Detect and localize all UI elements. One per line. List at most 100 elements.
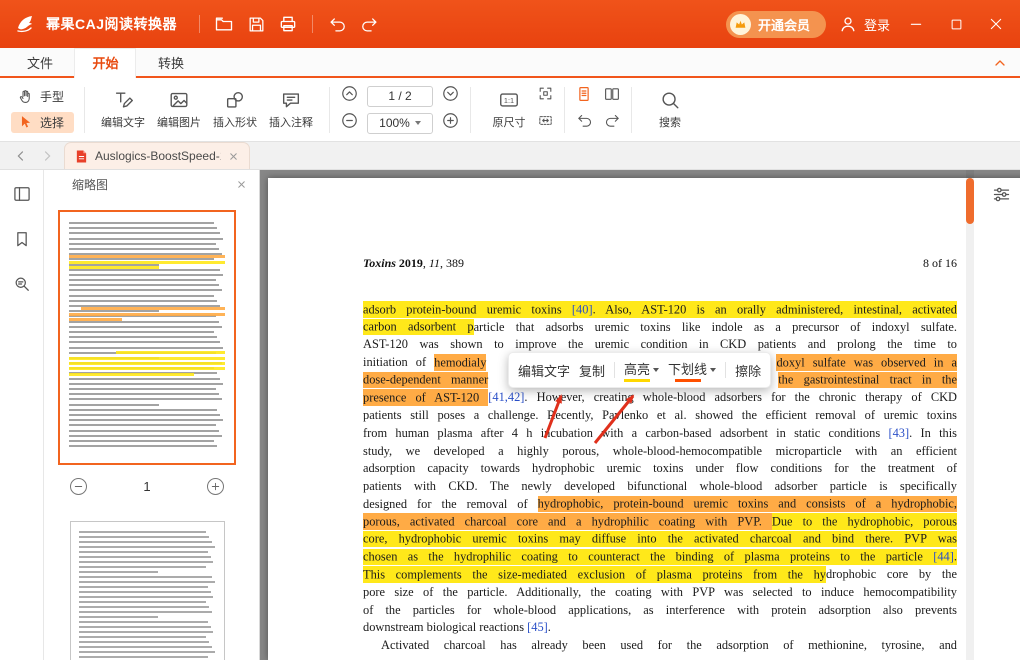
doc-line[interactable]: downstream biological reactions [45]. <box>363 619 957 637</box>
maximize-icon <box>951 19 961 29</box>
next-page-button[interactable] <box>441 84 460 108</box>
zoom-out-button[interactable] <box>340 111 359 135</box>
doc-line[interactable]: chosen as the hydrophilic coating to cou… <box>363 548 957 567</box>
thumbnail-zoom-in[interactable] <box>206 478 224 495</box>
ribbon-divider <box>84 86 86 133</box>
tab-file[interactable]: 文件 <box>10 49 70 79</box>
insert-shape-button[interactable]: 插入形状 <box>207 89 263 130</box>
prev-page-button[interactable] <box>340 84 359 108</box>
doc-line[interactable]: from human plasma after 4 h incubation w… <box>363 425 957 443</box>
ribbon-divider <box>631 86 633 133</box>
ctx-copy-button[interactable]: 复制 <box>579 361 605 380</box>
document-page[interactable]: Toxins 2019, 11, 389 8 of 16 adsorb prot… <box>268 178 1020 660</box>
panel-close-button[interactable] <box>236 179 247 190</box>
edit-image-label: 编辑图片 <box>157 117 202 129</box>
doc-line[interactable]: adsorb protein-bound uremic toxins [40].… <box>363 301 957 319</box>
document-tab[interactable]: Auslogics-BoostSpeed-13 <box>64 142 250 169</box>
search-icon <box>15 277 29 291</box>
bookmarks-button[interactable] <box>12 229 32 254</box>
ribbon-group-layout <box>568 84 628 135</box>
print-icon <box>280 16 296 32</box>
page-search-button[interactable] <box>12 274 32 299</box>
ribbon-undo-button[interactable] <box>576 112 593 134</box>
membership-button[interactable]: 开通会员 <box>725 10 826 38</box>
original-size-button[interactable]: 1:1 原尺寸 <box>481 89 537 130</box>
print-button[interactable] <box>274 10 302 38</box>
fit-width-button[interactable] <box>537 112 554 134</box>
insert-note-button[interactable]: 插入注释 <box>263 89 319 130</box>
tab-close-button[interactable] <box>228 151 239 162</box>
ribbon-collapse-button[interactable] <box>992 55 1008 76</box>
doc-line[interactable]: of the particles for whole-blood applica… <box>363 602 957 620</box>
doc-line[interactable]: Activated charcoal has already been used… <box>363 637 957 655</box>
open-file-button[interactable] <box>210 10 238 38</box>
ctx-edit-text-button[interactable]: 编辑文字 <box>518 361 570 380</box>
scrollbar-thumb[interactable] <box>966 178 974 224</box>
tab-prev-button[interactable] <box>8 143 34 169</box>
ctx-erase-button[interactable]: 擦除 <box>735 361 761 380</box>
save-button[interactable] <box>242 10 270 38</box>
doc-line[interactable]: This complements the size-mediated exclu… <box>363 566 957 584</box>
original-size-label: 原尺寸 <box>492 117 526 129</box>
login-button[interactable]: 登录 <box>838 14 890 34</box>
hand-tool-button[interactable]: 手型 <box>11 86 74 107</box>
doc-line[interactable]: carbon adsorbent particle that adsorbs u… <box>363 318 957 337</box>
fit-page-icon <box>539 87 552 100</box>
doc-line[interactable]: porous, activated charcoal core and a hy… <box>363 513 957 531</box>
scrollbar[interactable] <box>966 170 974 660</box>
fit-width-icon <box>539 116 552 125</box>
doc-line[interactable]: adsorption capacity towards hydrophobic … <box>363 460 957 478</box>
plus-icon <box>211 482 220 491</box>
maximize-button[interactable] <box>942 10 970 38</box>
tab-convert[interactable]: 转换 <box>141 49 201 79</box>
shape-icon <box>226 91 244 108</box>
chevron-down-circle-icon <box>443 86 458 101</box>
doc-line[interactable]: pore size of the particle. Additionally,… <box>363 584 957 602</box>
context-toolbar-divider <box>725 362 727 378</box>
caret-down-icon[interactable] <box>653 368 660 372</box>
undo-button[interactable] <box>323 10 351 38</box>
redo-button[interactable] <box>355 10 383 38</box>
zoom-select[interactable]: 100% <box>367 112 434 134</box>
ribbon: 手型 选择 编辑文字 编辑图片 插入形状 插入注释 1 / 2 100% 1:1… <box>0 78 1020 142</box>
tab-next-button[interactable] <box>34 143 60 169</box>
search-button[interactable]: 搜索 <box>642 89 698 130</box>
select-tool-button[interactable]: 选择 <box>11 112 75 133</box>
context-toolbar-divider <box>614 362 616 378</box>
thumbnails-panel-button[interactable] <box>12 184 32 209</box>
journal-citation: Toxins 2019, 11, 389 <box>363 256 465 270</box>
minimize-button[interactable] <box>902 10 930 38</box>
doc-line[interactable]: presence of AST-120 [41,42]. However, cr… <box>363 389 957 407</box>
hand-icon <box>19 90 30 103</box>
panel-title: 缩略图 <box>72 177 109 192</box>
app-logo-icon <box>12 10 40 38</box>
doc-line[interactable]: core, hydrophobic uremic toxins may diff… <box>363 530 957 549</box>
doc-line[interactable]: designed for the removal of hydrophobic,… <box>363 495 957 514</box>
edit-text-label: 编辑文字 <box>101 117 146 129</box>
single-page-button[interactable] <box>575 85 593 108</box>
page-thumbnail-2[interactable] <box>70 521 225 660</box>
doc-line[interactable]: patients with CKD. The newly developed b… <box>363 478 957 496</box>
page-thumbnail-1[interactable] <box>58 210 236 465</box>
caret-down-icon[interactable] <box>710 368 717 372</box>
ctx-highlight-button[interactable]: 高亮 <box>624 359 660 382</box>
doc-line[interactable]: study, we developed a highly porous, who… <box>363 443 957 461</box>
two-page-button[interactable] <box>603 85 621 108</box>
thumbnail-zoom-out[interactable] <box>70 478 87 495</box>
edit-text-button[interactable]: 编辑文字 <box>95 89 151 130</box>
tab-home[interactable]: 开始 <box>74 48 137 78</box>
caret-down-icon <box>414 121 421 125</box>
doc-line[interactable]: patients still poses a challenge. Recent… <box>363 407 957 425</box>
minus-circle-icon <box>342 113 357 128</box>
ribbon-redo-button[interactable] <box>604 112 621 134</box>
underline-color-bar <box>674 378 701 382</box>
view-settings-button[interactable] <box>991 184 1012 210</box>
thumbnail-panel: 缩略图 1 <box>44 170 260 660</box>
fit-page-button[interactable] <box>537 85 554 107</box>
page-indicator[interactable]: 1 / 2 <box>367 85 434 107</box>
ctx-underline-button[interactable]: 下划线 <box>668 359 717 382</box>
ctx-underline-label: 下划线 <box>668 361 708 377</box>
zoom-in-button[interactable] <box>441 111 460 135</box>
edit-image-button[interactable]: 编辑图片 <box>151 89 207 130</box>
close-button[interactable] <box>982 10 1010 38</box>
